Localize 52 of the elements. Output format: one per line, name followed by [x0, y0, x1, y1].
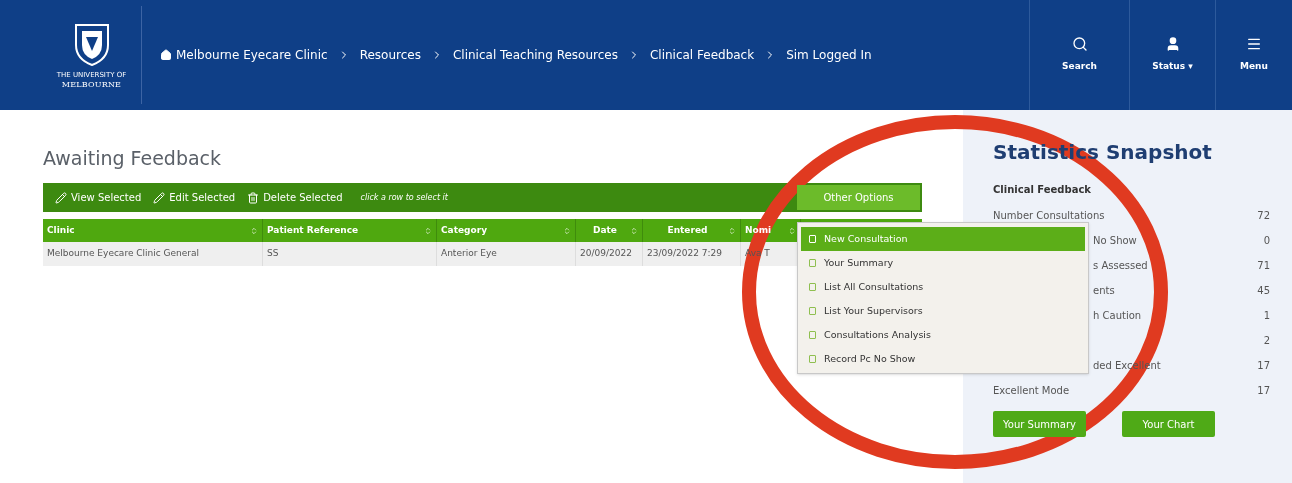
toolbar-button[interactable]: Edit Selected	[147, 183, 242, 212]
stat-label: h Caution	[1093, 309, 1142, 323]
sort-icon	[250, 226, 258, 235]
stat-value: 1	[1263, 309, 1270, 323]
stat-label: s Assessed	[1093, 259, 1148, 273]
pencil-icon	[153, 191, 166, 204]
sort-icon	[788, 226, 796, 235]
logo-text: MELBOURNE	[61, 79, 122, 90]
search-icon	[1071, 36, 1088, 53]
stat-value: 45	[1257, 284, 1270, 298]
dropdown-item[interactable]: List Your Supervisors	[801, 299, 1085, 323]
item-icon	[809, 235, 816, 243]
stat-value: 72	[1257, 209, 1270, 223]
pencil-icon	[55, 191, 67, 204]
stat-value: 17	[1257, 359, 1270, 373]
breadcrumb-link[interactable]: Clinical Teaching Resources	[452, 46, 618, 64]
sort-icon	[563, 226, 571, 235]
dropdown-item[interactable]: Record Pc No Show	[801, 347, 1085, 371]
stat-value: 2	[1263, 334, 1270, 348]
toolbar-button[interactable]: Delete Selected	[241, 183, 349, 212]
table-cell: 20/09/2022	[576, 242, 643, 266]
stats-section-title: Clinical Feedback	[993, 183, 1092, 197]
dropdown-item[interactable]: List All Consultations	[801, 275, 1085, 299]
stat-value: 71	[1257, 259, 1270, 273]
table-cell: Anterior Eye	[437, 242, 576, 266]
item-icon	[809, 307, 816, 315]
toolbar-button[interactable]: View Selected	[49, 183, 148, 212]
breadcrumb-link[interactable]: Sim Logged In	[786, 46, 872, 64]
stat-label: No Show	[1093, 234, 1137, 248]
sort-icon	[630, 226, 638, 235]
table-cell: 23/09/2022 7:29	[643, 242, 741, 266]
breadcrumb-link[interactable]: Clinical Feedback	[649, 46, 755, 64]
stat-label: ents	[1093, 284, 1115, 298]
home-icon	[160, 49, 172, 61]
breadcrumb-link[interactable]: Resources	[359, 46, 421, 64]
stat-label: Number Consultations	[993, 209, 1105, 223]
item-icon	[809, 259, 816, 267]
breadcrumb-link[interactable]: Melbourne Eyecare Clinic	[160, 46, 328, 64]
item-icon	[809, 331, 816, 339]
sort-icon	[728, 226, 736, 235]
table-cell: Melbourne Eyecare Clinic General	[43, 242, 263, 266]
sort-icon	[424, 226, 432, 235]
stat-label: Excellent Mode	[993, 384, 1070, 398]
table-cell: SS	[263, 242, 437, 266]
item-icon	[809, 355, 816, 363]
toolbar-hint: click a row to select it	[360, 191, 448, 204]
stat-value: 0	[1263, 234, 1270, 248]
trash-icon	[247, 191, 260, 204]
item-icon	[809, 283, 816, 291]
page-title: Awaiting Feedback	[43, 146, 223, 170]
stat-value: 17	[1257, 384, 1270, 398]
dropdown-item[interactable]: Consultations Analysis	[801, 323, 1085, 347]
